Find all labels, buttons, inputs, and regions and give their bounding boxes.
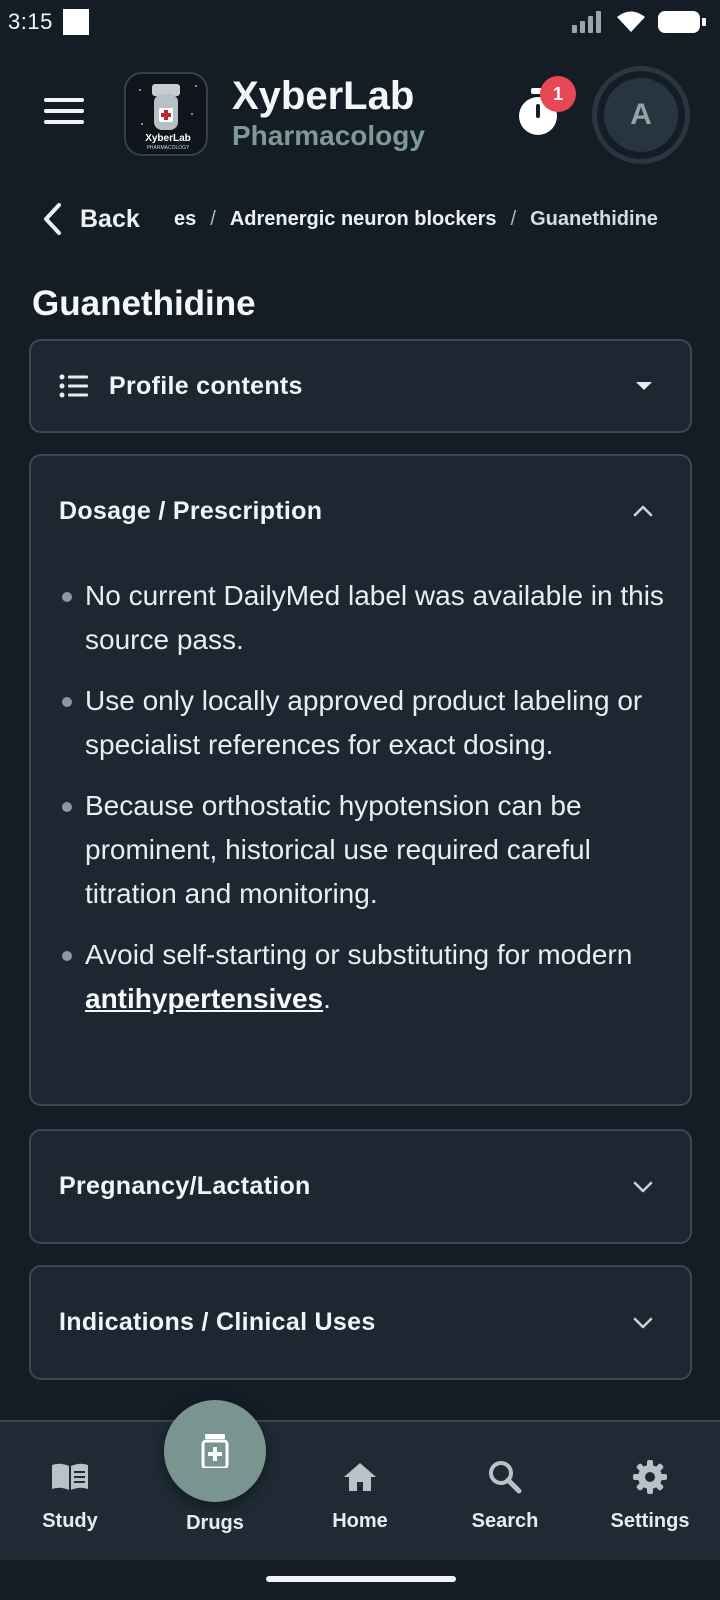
- dosage-section: Dosage / Prescription No current DailyMe…: [29, 454, 692, 1106]
- gesture-bar[interactable]: [266, 1576, 456, 1582]
- chevron-down-icon: [633, 1317, 653, 1328]
- nav-study[interactable]: Study: [0, 1422, 140, 1562]
- wifi-icon: [617, 11, 645, 32]
- nav-home[interactable]: Home: [290, 1422, 430, 1562]
- nav-drugs-button[interactable]: [164, 1400, 266, 1502]
- nav-drugs-label: Drugs: [186, 1512, 244, 1534]
- home-icon: [344, 1463, 376, 1491]
- book-icon: [52, 1463, 88, 1490]
- chevron-up-icon: [633, 505, 653, 517]
- medicine-icon: [201, 1434, 229, 1468]
- page-title: Guanethidine: [32, 284, 256, 323]
- notification-icon: [62, 9, 89, 35]
- chevron-left-icon: [44, 203, 61, 235]
- bottom-nav: Study Home Search Settings: [0, 1420, 720, 1560]
- profile-contents-dropdown[interactable]: Profile contents: [29, 339, 692, 433]
- search-icon: [489, 1461, 522, 1494]
- gear-icon: [633, 1460, 667, 1494]
- app-logo: XyberLab PHARMACOLOGY: [124, 72, 208, 156]
- dosage-bullet-list: No current DailyMed label was available …: [57, 574, 677, 1038]
- breadcrumb-item[interactable]: es: [174, 208, 196, 230]
- brand-title: XyberLab: [232, 74, 415, 118]
- breadcrumb-separator: /: [210, 208, 216, 230]
- breadcrumb-separator: /: [510, 208, 517, 230]
- pill-bottle-icon: XyberLab PHARMACOLOGY: [139, 84, 197, 151]
- pregnancy-section-title: Pregnancy/Lactation: [59, 1172, 311, 1200]
- profile-button[interactable]: A: [592, 66, 690, 164]
- list-item: Use only locally approved product labeli…: [57, 679, 677, 767]
- hamburger-icon-line: [44, 120, 84, 124]
- avatar: A: [604, 78, 678, 152]
- nav-settings-label: Settings: [610, 1510, 690, 1532]
- battery-icon: [658, 11, 706, 33]
- breadcrumb-trail: es / Adrenergic neuron blockers / Guanethidi…: [174, 208, 694, 231]
- breadcrumb: Back es / Adrenergic neuron blockers / Guane…: [0, 196, 720, 244]
- list-item-text: .: [323, 983, 331, 1014]
- list-item: No current DailyMed label was available …: [57, 574, 677, 662]
- nav-search-label: Search: [471, 1510, 539, 1532]
- nav-settings[interactable]: Settings: [580, 1422, 720, 1562]
- back-label: Back: [80, 204, 140, 233]
- hamburger-icon-line: [44, 109, 84, 113]
- list-item: Avoid self-starting or substituting for …: [57, 933, 677, 1021]
- nav-home-label: Home: [332, 1510, 388, 1532]
- list-item-text: Avoid self-starting or substituting for …: [85, 939, 633, 970]
- breadcrumb-item[interactable]: Adrenergic neuron blockers: [230, 208, 497, 230]
- back-button[interactable]: Back: [42, 202, 140, 236]
- dosage-section-header[interactable]: Dosage / Prescription: [31, 456, 690, 566]
- indications-section-title: Indications / Clinical Uses: [59, 1308, 376, 1336]
- caret-down-icon: [636, 382, 652, 390]
- nav-study-label: Study: [42, 1510, 98, 1532]
- breadcrumb-current: Guanethidine: [530, 208, 658, 230]
- hamburger-icon-line: [44, 98, 84, 102]
- list-icon: [59, 374, 88, 398]
- list-item: Because orthostatic hypotension can be p…: [57, 784, 677, 916]
- antihypertensives-link[interactable]: antihypertensives: [85, 983, 323, 1014]
- menu-button[interactable]: [44, 98, 84, 128]
- svg-text:PHARMACOLOGY: PHARMACOLOGY: [147, 145, 190, 151]
- timer-badge: 1: [540, 76, 576, 112]
- nav-search[interactable]: Search: [435, 1422, 575, 1562]
- pregnancy-section[interactable]: Pregnancy/Lactation: [29, 1129, 692, 1244]
- status-time: 3:15: [8, 9, 53, 34]
- profile-contents-label: Profile contents: [109, 371, 303, 400]
- dosage-section-title: Dosage / Prescription: [59, 496, 323, 525]
- app-header: XyberLab PHARMACOLOGY XyberLab Pharmacol…: [0, 62, 720, 172]
- indications-section[interactable]: Indications / Clinical Uses: [29, 1265, 692, 1380]
- brand-subtitle: Pharmacology: [232, 120, 425, 151]
- svg-text:XyberLab: XyberLab: [145, 133, 191, 144]
- signal-icon: [572, 11, 601, 33]
- status-bar: 3:15: [0, 0, 720, 44]
- chevron-down-icon: [633, 1181, 653, 1192]
